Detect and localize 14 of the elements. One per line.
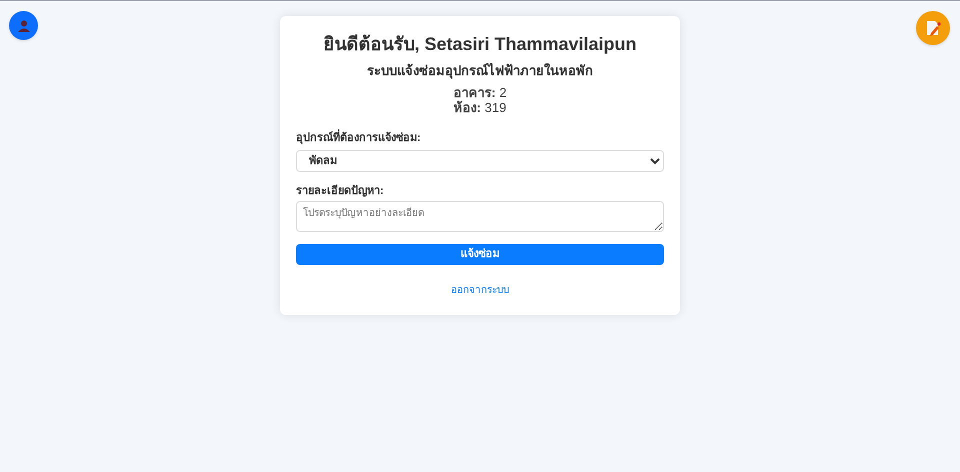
- device-select[interactable]: พัดลม: [296, 150, 664, 172]
- submit-button[interactable]: แจ้งซ่อม: [296, 244, 664, 265]
- details-field[interactable]: โปรดระบุปัญหาอย่างละเอียด: [296, 201, 664, 232]
- room-info-text: อาคาร: 2: [453, 85, 507, 100]
- profile-button[interactable]: [9, 11, 38, 40]
- system-subtitle: ระบบแจ้งซ่อมอุปกรณ์ไฟฟ้าภายในหอพัก: [366, 63, 594, 79]
- field-label: รายละเอียดปัญหา:: [296, 184, 385, 198]
- field-label: อุปกรณ์ที่ต้องการแจ้งซ่อม:: [296, 131, 664, 145]
- document-edit-icon: [926, 20, 940, 36]
- welcome-title: ยินดีต้อนรับ, Setasiri Thammavilaipun: [322, 33, 638, 56]
- report-history-button[interactable]: [916, 11, 950, 45]
- user-icon: [18, 20, 30, 32]
- logout-link[interactable]: ออกจากระบบ: [451, 283, 509, 298]
- room-info-text: ห้อง: 319: [454, 100, 506, 115]
